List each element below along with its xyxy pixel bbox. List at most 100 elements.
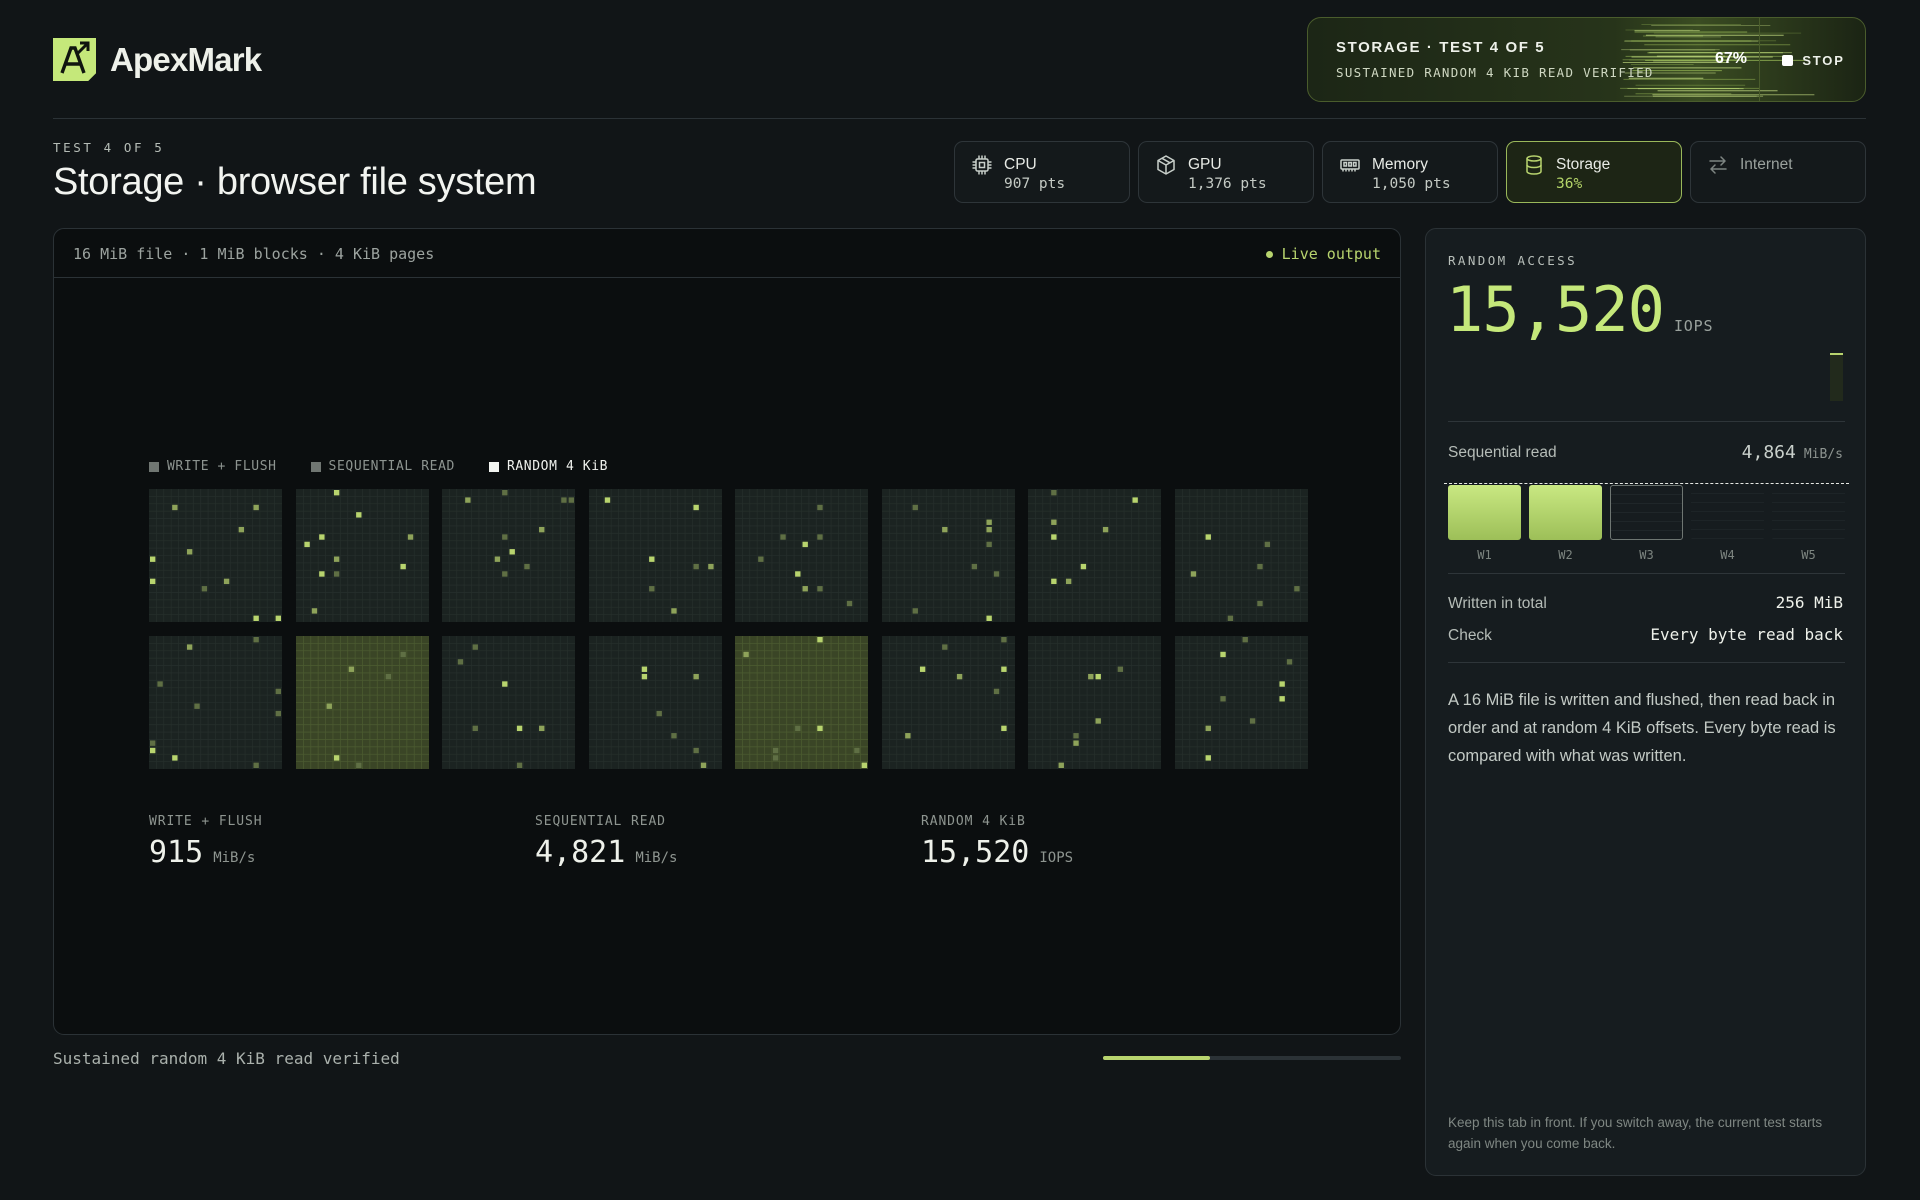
random-read-page [502, 681, 508, 687]
random-read-page [157, 681, 163, 687]
random-read-page [1242, 637, 1248, 643]
block-grid [149, 489, 1310, 773]
random-read-page [1278, 681, 1285, 687]
tab-memory[interactable]: Memory 1,050 pts [1322, 141, 1498, 203]
random-read-page [1293, 586, 1300, 592]
random-read-page [1102, 526, 1109, 533]
logo-mark-icon [53, 38, 96, 81]
tab-cpu[interactable]: CPU 907 pts [954, 141, 1130, 203]
random-read-page [326, 703, 332, 709]
tab-gpu-score: 1,376 pts [1188, 176, 1267, 192]
page-title: Storage · browser file system [53, 161, 537, 203]
run-status-percent: 67% [1714, 50, 1747, 67]
random-read-page [502, 490, 508, 496]
random-read-page [1205, 534, 1211, 540]
stat-value-row: 915 MiB/s [149, 835, 262, 870]
app-logo[interactable]: ApexMark [53, 38, 262, 81]
random-read-page [150, 578, 156, 585]
stat-label: RANDOM 4 KiB [921, 814, 1026, 829]
tab-internet-label: Internet [1740, 156, 1793, 173]
random-read-page [1073, 733, 1079, 739]
legend-write-flush: WRITE + FLUSH [149, 459, 277, 474]
read-window-w2 [1529, 485, 1602, 540]
tab-cpu-score: 907 pts [1004, 176, 1066, 192]
sequential-baseline-line [1444, 483, 1849, 484]
check-value: Every byte read back [1650, 625, 1843, 644]
random-read-page [956, 673, 962, 680]
random-read-page [985, 615, 992, 621]
random-read-page [333, 755, 339, 761]
read-window-label: W5 [1801, 548, 1816, 562]
random-read-page [772, 755, 779, 761]
random-read-page [509, 549, 515, 555]
live-output-label: Live output [1281, 245, 1381, 263]
stop-icon [1782, 55, 1794, 66]
random-read-page [648, 586, 654, 592]
random-read-page [275, 615, 281, 621]
random-read-page [1117, 666, 1124, 672]
memory-icon [1340, 159, 1360, 172]
read-window-w4 [1691, 485, 1764, 540]
sparkline-level [1830, 353, 1843, 355]
random-read-page [985, 541, 992, 548]
random-read-page [539, 725, 545, 732]
test-progress-bar [1103, 1056, 1401, 1060]
random-read-page [817, 534, 823, 540]
random-read-page [399, 651, 406, 658]
random-read-page [150, 740, 156, 746]
sequential-read-label: Sequential read [1448, 444, 1557, 461]
random-read-page [1219, 651, 1226, 658]
tab-storage[interactable]: Storage 36% [1506, 141, 1682, 203]
tab-internet[interactable]: Internet [1690, 141, 1866, 203]
app-name: ApexMark [110, 40, 262, 78]
tab-gpu[interactable]: GPU 1,376 pts [1138, 141, 1314, 203]
legend-label: RANDOM 4 KiB [506, 459, 609, 474]
stat-unit: MiB/s [635, 850, 678, 866]
random-read-page [985, 519, 992, 525]
tab-storage-label: Storage [1556, 156, 1611, 173]
file-meta: 16 MiB file · 1 MiB blocks · 4 KiB pages [73, 245, 435, 263]
random-read-page [150, 556, 156, 562]
random-read-page [172, 504, 178, 511]
read-window-label: W3 [1639, 548, 1654, 562]
legend-swatch [149, 461, 159, 472]
file-block [881, 489, 1015, 622]
random-read-page [985, 526, 992, 533]
test-progress-fill [1103, 1056, 1211, 1060]
written-total-value: 256 MiB [1775, 593, 1843, 612]
random-read-page [150, 747, 156, 754]
random-read-page [253, 504, 259, 511]
random-read-page [407, 534, 413, 540]
results-panel: RANDOM ACCESS 15,520 IOPS Sequential rea… [1425, 228, 1866, 1176]
random-read-page [194, 703, 200, 709]
file-block [1174, 636, 1308, 769]
file-block [442, 489, 575, 622]
legend-label: SEQUENTIAL READ [328, 459, 455, 474]
random-read-page [186, 549, 193, 555]
random-read-page [941, 644, 947, 650]
random-read-page [186, 644, 193, 650]
random-read-page [1080, 563, 1087, 570]
results-divider [1448, 421, 1845, 422]
random-read-page [1205, 755, 1211, 761]
stat-value-row: 15,520 IOPS [921, 835, 1073, 870]
stat-unit: MiB/s [213, 850, 256, 866]
random-read-page [355, 512, 361, 518]
legend-swatch [488, 461, 499, 472]
written-total-label: Written in total [1448, 595, 1547, 612]
random-read-page [795, 571, 801, 577]
random-read-page [670, 608, 677, 614]
read-window-w5 [1772, 485, 1845, 540]
file-block [588, 489, 722, 622]
stat-number: 15,520 [921, 835, 1030, 870]
run-status-title: STORAGE · TEST 4 OF 5 [1336, 39, 1546, 56]
stop-button[interactable]: STOP [1760, 18, 1865, 101]
random-read-page [941, 526, 947, 533]
random-read-page [516, 725, 523, 732]
random-read-page [1088, 673, 1094, 680]
live-sparkline [1830, 353, 1843, 401]
random-read-page [238, 526, 245, 533]
results-divider [1448, 573, 1845, 574]
read-window-label: W2 [1558, 548, 1573, 562]
file-block [735, 636, 868, 769]
